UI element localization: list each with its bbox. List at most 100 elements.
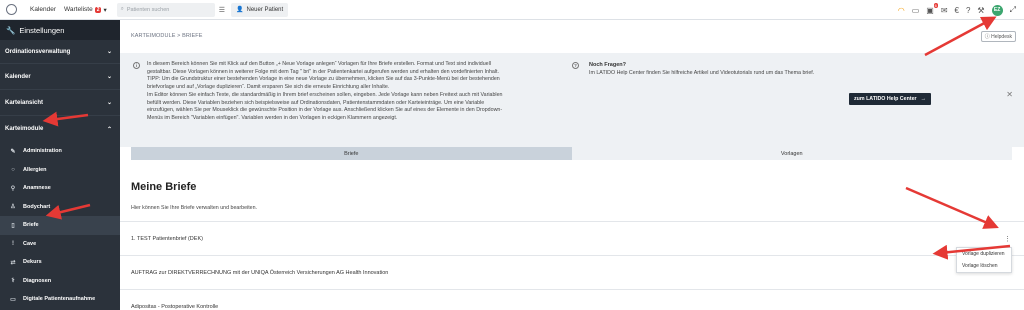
tablet-icon: ▭	[10, 296, 16, 303]
help-title: Noch Fragen?	[589, 62, 626, 68]
video-icon[interactable]: ▭	[912, 6, 920, 15]
sidebar-item-label: Bodychart	[23, 203, 51, 210]
tab-briefe[interactable]: Briefe	[131, 147, 572, 160]
list-item[interactable]: AUFTRAG zur DIREKTVERRECHNUNG mit der UN…	[120, 255, 1024, 289]
section-label: Ordinationsverwaltung	[5, 48, 71, 55]
list-item[interactable]: 1. TEST Patientenbrief (DEK) ⋮	[120, 221, 1024, 255]
sidebar-item-briefe[interactable]: ▯ Briefe	[0, 216, 120, 235]
help-text: Im LATIDO Help Center finden Sie hilfrei…	[589, 70, 815, 76]
sidebar-item-diagnosen[interactable]: ⚕ Diagnosen	[0, 272, 120, 291]
sidebar-section-karteimodule[interactable]: Karteimodule ⌃	[0, 116, 120, 142]
user-add-icon: 👤	[236, 7, 244, 13]
info-panel: i In diesem Bereich können Sie mit Klick…	[120, 53, 1024, 147]
sidebar-item-bodychart[interactable]: ♙ Bodychart	[0, 198, 120, 217]
list-item-label: 1. TEST Patientenbrief (DEK)	[131, 235, 203, 242]
info-line: Menüs im Bereich "Variablen einfügen". V…	[147, 114, 398, 121]
sidebar: 🔧 Einstellungen Ordinationsverwaltung ⌄ K…	[0, 20, 120, 310]
page-subtitle: Hier können Sie Ihre Briefe verwalten un…	[131, 205, 258, 211]
new-patient-label: Neuer Patient	[246, 6, 284, 13]
list-item-label: AUFTRAG zur DIREKTVERRECHNUNG mit der UN…	[131, 269, 389, 276]
chevron-down-icon: ⌄	[106, 100, 112, 106]
sidebar-item-label: Allergien	[23, 166, 47, 173]
nav-waitlist-label: Warteliste	[64, 6, 93, 13]
delete-template-option[interactable]: Vorlage löschen	[957, 260, 1011, 272]
page-title: Meine Briefe	[131, 181, 197, 193]
chevron-down-icon: ⌄	[106, 49, 112, 55]
sidebar-item-label: Diagnosen	[23, 277, 52, 284]
sidebar-item-digitale-patientenaufnahme[interactable]: ▭ Digitale Patientenaufnahme	[0, 290, 120, 309]
wifi-icon[interactable]: ◠	[898, 6, 905, 15]
more-options-icon[interactable]: ⋮	[1004, 235, 1011, 243]
search-input[interactable]: Patienten suchen	[127, 7, 170, 13]
avatar[interactable]: EZ	[991, 4, 1003, 16]
list-item-label: Adipositas - Postoperative Kontrolle	[131, 303, 219, 310]
expand-icon[interactable]: ⤢	[1010, 5, 1016, 15]
sidebar-item-allergien[interactable]: ○ Allergien	[0, 161, 120, 180]
info-line: befüllt werden. Diese Variablen beziehen…	[147, 99, 485, 106]
info-text: In diesem Bereich können Sie mit Klick a…	[147, 61, 565, 123]
sidebar-item-label: Administration	[23, 148, 62, 155]
chevron-down-icon: ⌄	[106, 74, 112, 80]
list-icon[interactable]: ☰	[219, 6, 225, 14]
nav-waitlist[interactable]: Warteliste 2 ▾	[64, 6, 107, 14]
sidebar-item-label: Briefe	[23, 222, 39, 229]
circle-icon: ○	[11, 166, 15, 173]
info-icon: i	[133, 62, 140, 69]
info-line: TIPP: Um die Grundstruktur einer bestehe…	[147, 76, 500, 83]
pencil-icon: ✎	[10, 148, 16, 155]
new-patient-button[interactable]: 👤 Neuer Patient	[231, 2, 289, 17]
sidebar-item-label: Dekurs	[23, 259, 42, 266]
app-logo[interactable]	[0, 0, 22, 20]
info-line: In diesem Bereich können Sie mit Klick a…	[147, 61, 491, 67]
sidebar-item-dekurs[interactable]: ⇄ Dekurs	[0, 253, 120, 272]
tabs: Briefe Vorlagen	[131, 147, 1012, 160]
info-line: briefvorlage und auf „Vorlage dupliziere…	[147, 84, 390, 91]
search-icon: ⌕	[120, 6, 124, 12]
sidebar-title: Einstellungen	[19, 25, 65, 35]
sidebar-section-ordinationsverwaltung[interactable]: Ordinationsverwaltung ⌄	[0, 40, 120, 64]
tab-vorlagen[interactable]: Vorlagen	[571, 147, 1012, 160]
close-icon[interactable]: ✕	[1006, 90, 1013, 99]
sidebar-item-cave[interactable]: ! Cave	[0, 235, 120, 254]
helpdesk-label: Helpdesk	[991, 34, 1012, 40]
top-bar: Kalender Warteliste 2 ▾ ⌕ Patienten such…	[0, 0, 1024, 20]
mail-icon[interactable]: ✉	[941, 6, 948, 15]
info-line: einzufügen, wählen Sie per Mouseklick di…	[147, 107, 503, 114]
list-item[interactable]: Adipositas - Postoperative Kontrolle	[120, 289, 1024, 310]
patient-search[interactable]: ⌕ Patienten suchen	[116, 2, 215, 17]
breadcrumb: KARTEIMODULE > BRIEFE	[131, 33, 203, 39]
duplicate-template-option[interactable]: Vorlage duplizieren	[957, 248, 1011, 260]
euro-icon[interactable]: €	[955, 6, 959, 15]
sidebar-header: 🔧 Einstellungen	[0, 20, 120, 40]
sidebar-item-label: Digitale Patientenaufnahme	[23, 296, 96, 303]
question-icon: ?	[572, 62, 579, 69]
sidebar-item-label: Cave	[23, 240, 37, 247]
sidebar-item-administration[interactable]: ✎ Administration	[0, 142, 120, 161]
help-icon[interactable]: ?	[966, 6, 970, 15]
stethoscope-icon: ⚕	[11, 278, 15, 285]
top-right-tools: ◠ ▭ ▣ 6 ✉ € ? ⚒ EZ ⤢	[898, 0, 1016, 20]
helpdesk-button[interactable]: ⓘ Helpdesk	[980, 31, 1016, 42]
notifications-icon[interactable]: ▣ 6	[926, 2, 938, 15]
sidebar-item-label: Anamnese	[23, 185, 51, 192]
exclamation-icon: !	[12, 240, 14, 247]
arrow-right-icon: →	[920, 96, 926, 102]
sidebar-section-karteiansicht[interactable]: Karteiansicht ⌄	[0, 90, 120, 116]
waitlist-count-badge: 2	[94, 6, 102, 13]
notification-count-badge: 6	[933, 2, 938, 8]
wrench-icon[interactable]: ⚒	[977, 6, 984, 15]
info-line: Im Editor können Sie einfach Texte, die …	[147, 91, 503, 98]
main-content: KARTEIMODULE > BRIEFE ⓘ Helpdesk i In di…	[120, 20, 1024, 310]
flow-icon: ⇄	[10, 259, 16, 266]
help-center-button[interactable]: zum LATIDO Help Center →	[849, 93, 931, 105]
nav-calendar[interactable]: Kalender	[30, 6, 56, 13]
chevron-down-icon: ▾	[103, 6, 107, 14]
help-center-label: zum LATIDO Help Center	[854, 96, 917, 102]
section-label: Karteimodule	[5, 126, 44, 132]
info-line: gestaltbar. Diese Vorlagen können in wei…	[147, 68, 499, 75]
sidebar-section-kalender[interactable]: Kalender ⌄	[0, 64, 120, 90]
context-menu: Vorlage duplizieren Vorlage löschen	[956, 247, 1012, 273]
nav-calendar-label: Kalender	[30, 6, 57, 13]
sidebar-item-anamnese[interactable]: ⚲ Anamnese	[0, 179, 120, 198]
section-label: Kalender	[5, 73, 31, 80]
